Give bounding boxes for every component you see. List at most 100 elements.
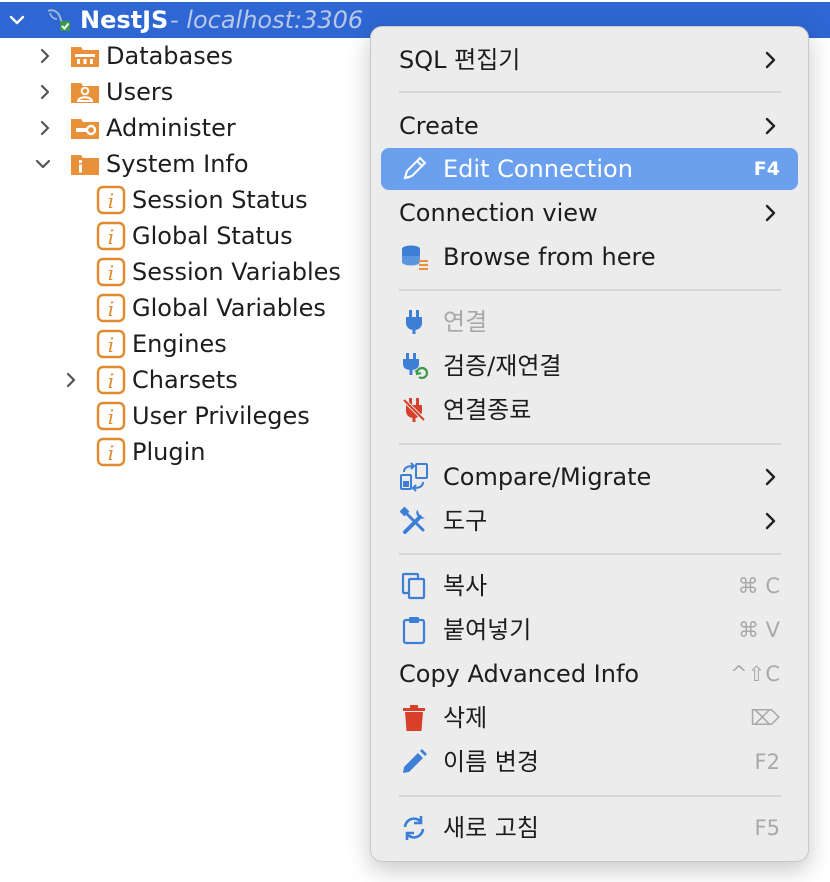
info-icon: i bbox=[96, 329, 126, 359]
connection-name: NestJS bbox=[80, 6, 169, 34]
pencil-icon bbox=[399, 154, 429, 184]
plug-icon bbox=[399, 307, 429, 337]
chevron-right-icon[interactable] bbox=[36, 47, 54, 65]
menu-item-connect[interactable]: 연결 bbox=[381, 301, 798, 343]
tree-item-label: System Info bbox=[106, 150, 249, 178]
chevron-right-icon[interactable] bbox=[36, 83, 54, 101]
tree-item-global-variables[interactable]: i Global Variables bbox=[0, 290, 370, 326]
copy-icon bbox=[399, 571, 429, 601]
menu-separator bbox=[399, 795, 781, 797]
info-icon: i bbox=[96, 365, 126, 395]
menu-separator bbox=[399, 553, 781, 555]
menu-item-label: 삭제 bbox=[443, 704, 488, 732]
users-folder-icon bbox=[70, 77, 100, 107]
tree-item-label: User Privileges bbox=[132, 402, 310, 430]
shortcut-label: ⌘ C bbox=[737, 574, 780, 598]
compare-migrate-icon bbox=[399, 462, 429, 492]
clipboard-icon bbox=[399, 615, 429, 645]
tree-item-administer[interactable]: Administer bbox=[0, 110, 370, 146]
submenu-arrow-icon bbox=[760, 50, 780, 70]
menu-item-edit-connection[interactable]: Edit Connection F4 bbox=[381, 148, 798, 190]
chevron-down-icon[interactable] bbox=[34, 155, 52, 173]
menu-item-label: 검증/재연결 bbox=[443, 352, 562, 380]
shortcut-label: ⌘ V bbox=[737, 618, 780, 642]
tree-item-label: Administer bbox=[106, 114, 236, 142]
menu-item-label: Browse from here bbox=[443, 243, 656, 271]
svg-text:i: i bbox=[108, 369, 114, 393]
tools-icon bbox=[399, 506, 429, 536]
submenu-arrow-icon bbox=[760, 511, 780, 531]
tree-item-users[interactable]: Users bbox=[0, 74, 370, 110]
shortcut-label: F2 bbox=[754, 750, 780, 774]
svg-text:i: i bbox=[108, 261, 114, 285]
plug-reconnect-icon bbox=[399, 351, 429, 381]
svg-text:i: i bbox=[108, 333, 114, 357]
tree-item-session-variables[interactable]: i Session Variables bbox=[0, 254, 370, 290]
tree-item-label: Session Status bbox=[132, 186, 308, 214]
shortcut-label: ⌦ bbox=[750, 706, 780, 730]
shortcut-label: ^⇧C bbox=[730, 662, 780, 686]
menu-item-label: 도구 bbox=[443, 507, 488, 535]
menu-item-invalidate-reconnect[interactable]: 검증/재연결 bbox=[381, 345, 798, 387]
tree-item-label: Session Variables bbox=[132, 258, 341, 286]
menu-item-rename[interactable]: 이름 변경 F2 bbox=[381, 741, 798, 783]
menu-item-browse-from-here[interactable]: Browse from here bbox=[381, 236, 798, 278]
menu-item-label: Edit Connection bbox=[443, 155, 633, 183]
menu-item-label: 복사 bbox=[443, 572, 488, 600]
menu-item-delete[interactable]: 삭제 ⌦ bbox=[381, 697, 798, 739]
administer-folder-icon bbox=[70, 113, 100, 143]
menu-item-connection-view[interactable]: Connection view bbox=[381, 192, 798, 234]
info-icon: i bbox=[96, 185, 126, 215]
menu-item-tools[interactable]: 도구 bbox=[381, 500, 798, 542]
databases-folder-icon bbox=[70, 41, 100, 71]
refresh-icon bbox=[399, 813, 429, 843]
mysql-dolphin-icon bbox=[44, 5, 74, 35]
chevron-right-icon[interactable] bbox=[36, 119, 54, 137]
menu-item-compare-migrate[interactable]: Compare/Migrate bbox=[381, 456, 798, 498]
connection-host: - localhost:3306 bbox=[170, 6, 364, 34]
chevron-down-icon[interactable] bbox=[8, 11, 26, 29]
menu-item-label: 연결 bbox=[443, 308, 488, 336]
tree-item-user-privileges[interactable]: i User Privileges bbox=[0, 398, 370, 434]
menu-item-copy-advanced-info[interactable]: Copy Advanced Info ^⇧C bbox=[381, 653, 798, 695]
svg-text:i: i bbox=[108, 441, 114, 465]
menu-item-paste[interactable]: 붙여넣기 ⌘ V bbox=[381, 609, 798, 651]
rename-pencil-icon bbox=[399, 747, 429, 777]
tree-item-session-status[interactable]: i Session Status bbox=[0, 182, 370, 218]
tree-item-plugin[interactable]: i Plugin bbox=[0, 434, 370, 470]
info-icon: i bbox=[96, 221, 126, 251]
menu-item-label: Compare/Migrate bbox=[443, 463, 652, 491]
info-icon: i bbox=[96, 293, 126, 323]
tree-item-label: Charsets bbox=[132, 366, 238, 394]
submenu-arrow-icon bbox=[760, 116, 780, 136]
menu-item-create[interactable]: Create bbox=[381, 105, 798, 147]
chevron-right-icon[interactable] bbox=[62, 371, 80, 389]
tree-item-databases[interactable]: Databases bbox=[0, 38, 370, 74]
menu-item-disconnect[interactable]: 연결종료 bbox=[381, 389, 798, 431]
menu-item-label: 연결종료 bbox=[443, 396, 532, 424]
tree-item-system-info[interactable]: System Info bbox=[0, 146, 370, 182]
tree-item-charsets[interactable]: i Charsets bbox=[0, 362, 370, 398]
tree-item-label: Users bbox=[106, 78, 174, 106]
menu-item-refresh[interactable]: 새로 고침 F5 bbox=[381, 807, 798, 849]
disconnect-plug-icon bbox=[399, 395, 429, 425]
trash-icon bbox=[399, 703, 429, 733]
tree-item-label: Engines bbox=[132, 330, 227, 358]
menu-item-label: Copy Advanced Info bbox=[399, 660, 640, 688]
database-browse-icon bbox=[399, 242, 429, 272]
info-icon: i bbox=[96, 437, 126, 467]
menu-item-sql-editor[interactable]: SQL 편집기 bbox=[381, 39, 798, 81]
tree-item-label: Plugin bbox=[132, 438, 206, 466]
info-icon: i bbox=[96, 401, 126, 431]
menu-separator bbox=[399, 289, 781, 291]
tree-item-engines[interactable]: i Engines bbox=[0, 326, 370, 362]
tree-item-label: Global Variables bbox=[132, 294, 326, 322]
shortcut-label: F4 bbox=[753, 158, 780, 180]
svg-text:i: i bbox=[108, 297, 114, 321]
svg-text:i: i bbox=[108, 189, 114, 213]
tree-item-global-status[interactable]: i Global Status bbox=[0, 218, 370, 254]
menu-item-label: 새로 고침 bbox=[443, 814, 539, 842]
menu-item-copy[interactable]: 복사 ⌘ C bbox=[381, 565, 798, 607]
menu-item-label: Create bbox=[399, 112, 479, 140]
system-info-folder-icon bbox=[70, 149, 100, 179]
